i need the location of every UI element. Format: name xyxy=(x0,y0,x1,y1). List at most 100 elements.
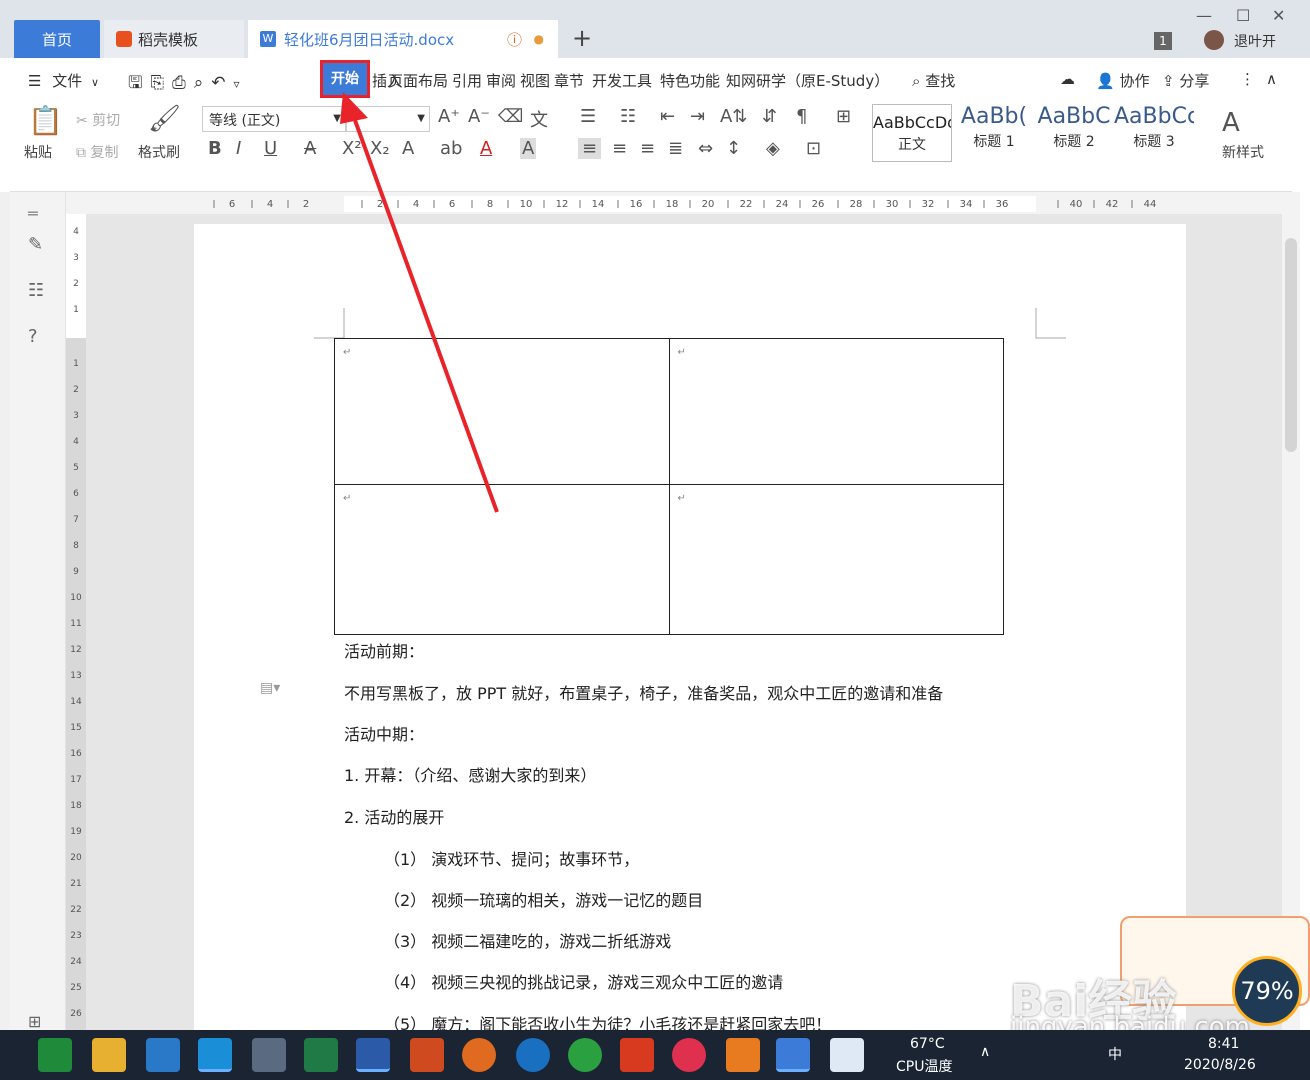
quick-access-toolbar[interactable]: 🖫⎘⎙⌕↶▿ xyxy=(128,70,248,99)
tab-home[interactable]: 首页 xyxy=(14,20,100,58)
indent-icon[interactable]: ⇥ xyxy=(690,106,705,127)
menu-review[interactable]: 审阅 xyxy=(486,70,516,91)
highlight-icon[interactable]: ab xyxy=(440,138,462,159)
table-cell[interactable]: ↵ xyxy=(668,484,1004,635)
menu-cnki[interactable]: 知网研学（原E-Study） xyxy=(726,70,889,91)
menu-view[interactable]: 视图 xyxy=(520,70,550,91)
minimize-icon[interactable]: — xyxy=(1196,6,1212,25)
file-menu[interactable]: ☰ 文件 ∨ xyxy=(28,70,99,91)
tray-chevron-icon[interactable]: ∧ xyxy=(980,1044,990,1060)
collab-button[interactable]: 👤 协作 xyxy=(1096,70,1149,91)
paragraph[interactable]: 2. 活动的展开 xyxy=(344,804,444,828)
tab-document[interactable]: W 轻化班6月团日活动.docx ⓘ ● xyxy=(248,20,558,58)
file-explorer-icon[interactable] xyxy=(92,1038,126,1072)
menu-section[interactable]: 章节 xyxy=(554,70,584,91)
paragraph[interactable]: 活动前期： xyxy=(344,638,424,662)
numbering-icon[interactable]: ☷ xyxy=(620,106,636,127)
clipboard-icon[interactable]: 📋 xyxy=(28,104,63,137)
meter-icon[interactable] xyxy=(672,1038,706,1072)
window-count-badge[interactable]: 1 xyxy=(1154,32,1172,50)
find-button[interactable]: ⌕ 查找 xyxy=(912,70,955,91)
avatar[interactable] xyxy=(1204,30,1224,50)
print-preview-icon[interactable]: ⌕ xyxy=(194,73,212,93)
superscript-icon[interactable]: X² xyxy=(342,138,362,159)
menu-references[interactable]: 引用 xyxy=(452,70,482,91)
bold-icon[interactable]: B xyxy=(208,138,222,159)
adjust-icon[interactable]: ☷ xyxy=(28,280,44,301)
browser-icon[interactable] xyxy=(198,1038,232,1072)
align-left-icon[interactable]: ≡ xyxy=(578,138,602,159)
menu-page-layout[interactable]: 页面布局 xyxy=(388,70,448,91)
print-icon[interactable]: ⎙ xyxy=(172,73,194,93)
table-cell[interactable]: ↵ xyxy=(668,338,1004,485)
warning-icon[interactable]: ⓘ xyxy=(507,29,522,50)
new-style-icon[interactable]: A xyxy=(1222,108,1240,138)
cloud-icon[interactable]: ☁ xyxy=(1060,70,1075,88)
sort-icon[interactable]: ⇵ xyxy=(762,106,777,127)
underline-icon[interactable]: U xyxy=(264,138,277,159)
tab-templates[interactable]: 稻壳模板 xyxy=(104,20,244,58)
mail-icon[interactable] xyxy=(146,1038,180,1072)
phonetic-icon[interactable]: 文 xyxy=(530,106,548,132)
distribute-icon[interactable]: ⇔ xyxy=(698,138,713,159)
paragraph[interactable]: 1. 开幕：（介绍、感谢大家的到来） xyxy=(344,762,596,786)
notes-icon[interactable] xyxy=(830,1038,864,1072)
paragraph[interactable]: （4） 视频三央视的挑战记录，游戏三观众中工匠的邀请 xyxy=(384,969,783,993)
line-spacing-icon[interactable]: ↕ xyxy=(726,138,741,159)
browser-360-icon[interactable] xyxy=(568,1038,602,1072)
pen-icon[interactable]: ✎ xyxy=(28,234,43,255)
subscript-icon[interactable]: X₂ xyxy=(370,138,390,159)
office-icon[interactable] xyxy=(620,1038,654,1072)
evernote-icon[interactable] xyxy=(38,1038,72,1072)
align-right-icon[interactable]: ≡ xyxy=(640,138,655,159)
clear-format-icon[interactable]: ⌫ xyxy=(498,106,523,127)
copy-button[interactable]: ⧉ 复制 xyxy=(76,142,118,162)
percent-badge[interactable]: 79% xyxy=(1232,956,1302,1026)
grow-font-icon[interactable]: A⁺ xyxy=(438,106,460,127)
grid-icon[interactable]: ⊞ xyxy=(28,1012,41,1031)
help-icon[interactable]: ? xyxy=(28,326,38,347)
justify-icon[interactable]: ≣ xyxy=(668,138,683,159)
save-icon[interactable]: 🖫 xyxy=(128,73,150,93)
outdent-icon[interactable]: ⇤ xyxy=(660,106,675,127)
paragraph[interactable]: （1） 演戏环节、提问；故事环节， xyxy=(384,846,639,870)
char-shading-icon[interactable]: A xyxy=(520,138,537,159)
more-options-icon[interactable]: ⋮ xyxy=(1240,70,1255,88)
collapse-ribbon-icon[interactable]: ∧ xyxy=(1266,70,1277,88)
italic-icon[interactable]: I xyxy=(236,138,241,159)
more-icon[interactable]: ▿ xyxy=(233,77,247,91)
wps-icon[interactable] xyxy=(776,1038,810,1072)
undo-icon[interactable]: ↶ xyxy=(211,73,233,93)
align-center-icon[interactable]: ≡ xyxy=(612,138,627,159)
close-icon[interactable]: ✕ xyxy=(1272,6,1285,25)
menu-start[interactable]: 开始 xyxy=(320,60,370,98)
scrollbar-thumb[interactable] xyxy=(1285,238,1297,452)
format-painter-button[interactable]: 格式刷 xyxy=(138,142,180,162)
style-heading-2[interactable]: AaBbC 标题 2 xyxy=(1034,104,1114,162)
menu-developer[interactable]: 开发工具 xyxy=(592,70,652,91)
ime-indicator[interactable]: 中 xyxy=(1108,1044,1122,1064)
tool-icon[interactable] xyxy=(516,1038,550,1072)
style-normal[interactable]: AaBbCcDd 正文 xyxy=(872,104,952,162)
bullets-icon[interactable]: ☰ xyxy=(580,106,596,127)
table-cell[interactable]: ↵ xyxy=(334,338,670,485)
clock-time[interactable]: 8:41 xyxy=(1208,1036,1239,1052)
text-direction-icon[interactable]: A⇅ xyxy=(720,106,747,127)
table-icon[interactable]: ⊞ xyxy=(836,106,851,127)
font-color-icon[interactable]: A xyxy=(480,138,492,159)
share-button[interactable]: ⇪ 分享 xyxy=(1162,70,1209,91)
maximize-icon[interactable]: ☐ xyxy=(1236,6,1250,25)
format-painter-icon[interactable]: 🖌 xyxy=(148,104,181,134)
export-icon[interactable]: ⎘ xyxy=(150,73,172,93)
borders-icon[interactable]: ⊡ xyxy=(806,138,821,159)
store-icon[interactable] xyxy=(252,1038,286,1072)
excel-icon[interactable] xyxy=(304,1038,338,1072)
paragraph[interactable]: 活动中期： xyxy=(344,721,424,745)
document-table[interactable]: ↵ ↵ ↵ ↵ xyxy=(334,338,1004,635)
presentation-icon[interactable] xyxy=(726,1038,760,1072)
show-marks-icon[interactable]: ¶ xyxy=(796,106,807,127)
paragraph-menu-icon[interactable]: ▤▾ xyxy=(260,680,280,696)
word-icon[interactable] xyxy=(356,1038,390,1072)
paragraph[interactable]: （3） 视频二福建吃的，游戏二折纸游戏 xyxy=(384,928,671,952)
text-effect-icon[interactable]: A xyxy=(402,138,414,159)
